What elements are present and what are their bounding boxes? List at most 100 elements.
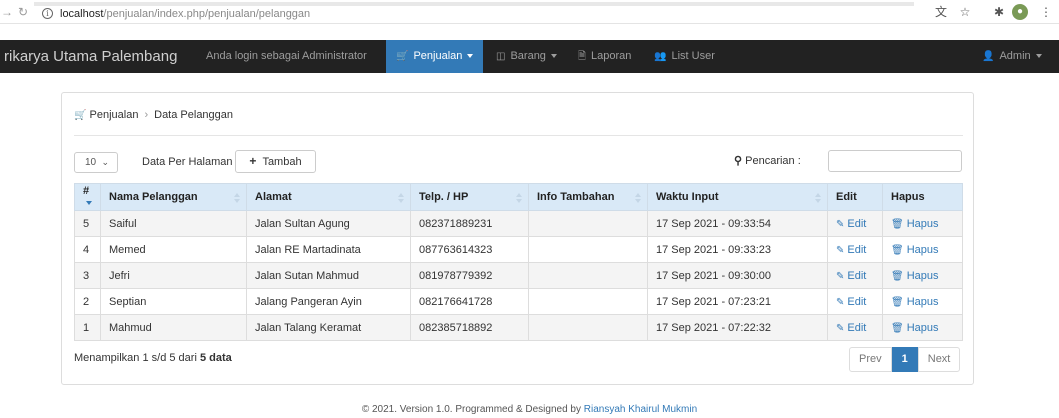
- delete-label: Hapus: [906, 269, 939, 282]
- translate-icon[interactable]: 文: [933, 4, 949, 20]
- edit-link[interactable]: ✎ Edit: [836, 270, 866, 282]
- users-icon: 👥: [654, 51, 667, 62]
- user-menu[interactable]: 👤 Admin: [972, 40, 1052, 73]
- sort-desc-icon: [86, 201, 92, 206]
- table-row: 4 Memed Jalan RE Martadinata 087763614323 17…: [74, 236, 963, 263]
- cell-no: 1: [74, 314, 101, 341]
- breadcrumb-current: Data Pelanggan: [154, 109, 234, 121]
- summary-prefix: Menampilkan 1 s/d 5 dari: [74, 352, 197, 364]
- plus-icon: +: [249, 154, 257, 168]
- cell-waktu: 17 Sep 2021 - 09:33:54: [647, 210, 828, 237]
- cell-edit: ✎ Edit: [827, 288, 883, 315]
- user-menu-label: Admin: [999, 50, 1031, 62]
- cell-telp: 082385718892: [410, 314, 529, 341]
- nav-penjualan[interactable]: 🛒 Penjualan: [386, 40, 484, 73]
- delete-link[interactable]: 🗑 Hapus: [891, 270, 939, 282]
- add-customer-button[interactable]: + Tambah: [235, 150, 316, 173]
- sort-icon: [398, 193, 404, 203]
- table-body: 5 Saiful Jalan Sultan Agung 082371889231 17 …: [74, 210, 963, 341]
- profile-avatar[interactable]: ●: [1012, 4, 1028, 20]
- delete-label: Hapus: [906, 295, 939, 308]
- cart-icon: 🛒: [396, 51, 409, 62]
- column-header-nama[interactable]: Nama Pelanggan: [100, 183, 247, 211]
- nav-laporan[interactable]: 🗎 Laporan: [568, 40, 641, 73]
- edit-link[interactable]: ✎ Edit: [836, 244, 866, 256]
- per-page-label: Data Per Halaman: [142, 156, 233, 168]
- table-row: 2 Septian Jalang Pangeran Ayin 082176641728…: [74, 288, 963, 315]
- star-icon[interactable]: ☆: [957, 4, 973, 20]
- edit-link[interactable]: ✎ Edit: [836, 322, 866, 334]
- prev-page-button[interactable]: Prev: [849, 347, 892, 372]
- edit-link[interactable]: ✎ Edit: [836, 296, 866, 308]
- delete-label: Hapus: [906, 217, 939, 230]
- cell-no: 2: [74, 288, 101, 315]
- per-page-value: 10: [85, 157, 97, 168]
- search-input[interactable]: [828, 150, 962, 172]
- cell-telp: 082176641728: [410, 288, 529, 315]
- column-header-alamat[interactable]: Alamat: [246, 183, 411, 211]
- login-status: Anda login sebagai Administrator: [206, 50, 367, 62]
- caret-down-icon: [550, 54, 557, 59]
- url-host: localhost: [60, 8, 104, 20]
- cell-info: [528, 314, 648, 341]
- cell-edit: ✎ Edit: [827, 314, 883, 341]
- customer-panel: 🛒 Penjualan › Data Pelanggan 10 ⌄ Data Per…: [61, 92, 974, 385]
- column-header-no[interactable]: #: [74, 183, 101, 211]
- delete-link[interactable]: 🗑 Hapus: [891, 244, 939, 256]
- brand-title[interactable]: rikarya Utama Palembang: [4, 40, 177, 73]
- nav-penjualan-label: Penjualan: [413, 50, 463, 62]
- pencil-icon: ✎: [836, 218, 845, 230]
- edit-link[interactable]: ✎ Edit: [836, 218, 866, 230]
- cell-nama: Septian: [100, 288, 247, 315]
- footer: © 2021. Version 1.0. Programmed & Design…: [0, 404, 1059, 415]
- column-header-waktu[interactable]: Waktu Input: [647, 183, 828, 211]
- table-row: 5 Saiful Jalan Sultan Agung 082371889231 17 …: [74, 210, 963, 237]
- menu-icon[interactable]: ⋮: [1038, 4, 1054, 20]
- delete-link[interactable]: 🗑 Hapus: [891, 218, 939, 230]
- edit-label: Edit: [847, 217, 867, 230]
- table-header-row: # Nama Pelanggan Alamat Telp. / HP Info …: [74, 183, 963, 211]
- address-bar[interactable]: i localhost/penjualan/index.php/penjuala…: [34, 2, 914, 22]
- nav-list-user[interactable]: 👥 List User: [644, 40, 725, 73]
- cell-hapus: 🗑 Hapus: [882, 262, 963, 289]
- cell-edit: ✎ Edit: [827, 210, 883, 237]
- breadcrumb-section[interactable]: Penjualan: [90, 109, 139, 121]
- cart-icon: 🛒: [74, 110, 87, 121]
- cell-hapus: 🗑 Hapus: [882, 314, 963, 341]
- info-icon[interactable]: i: [42, 8, 53, 19]
- page-1-button[interactable]: 1: [891, 347, 918, 372]
- column-header-edit: Edit: [827, 183, 883, 211]
- per-page-select[interactable]: 10 ⌄: [74, 152, 118, 173]
- edit-label: Edit: [847, 243, 867, 256]
- delete-label: Hapus: [906, 243, 939, 256]
- column-header-telp[interactable]: Telp. / HP: [410, 183, 529, 211]
- delete-link[interactable]: 🗑 Hapus: [891, 296, 939, 308]
- footer-text: © 2021. Version 1.0. Programmed & Design…: [361, 404, 581, 415]
- edit-label: Edit: [847, 321, 867, 334]
- breadcrumb-separator: ›: [144, 109, 149, 121]
- nav-barang-label: Barang: [510, 50, 546, 62]
- trash-icon: 🗑: [891, 270, 904, 282]
- trash-icon: 🗑: [891, 296, 904, 308]
- cell-hapus: 🗑 Hapus: [882, 210, 963, 237]
- edit-label: Edit: [847, 295, 867, 308]
- cell-nama: Saiful: [100, 210, 247, 237]
- cell-nama: Memed: [100, 236, 247, 263]
- column-header-info[interactable]: Info Tambahan: [528, 183, 648, 211]
- nav-barang[interactable]: ◫ Barang: [486, 40, 567, 73]
- delete-link[interactable]: 🗑 Hapus: [891, 322, 939, 334]
- reload-icon[interactable]: ↻: [16, 4, 30, 20]
- cell-telp: 081978779392: [410, 262, 529, 289]
- cell-hapus: 🗑 Hapus: [882, 288, 963, 315]
- nav-laporan-label: Laporan: [591, 50, 632, 62]
- next-page-button[interactable]: Next: [917, 347, 961, 372]
- footer-author-link[interactable]: Riansyah Khairul Mukmin: [584, 404, 697, 415]
- cell-waktu: 17 Sep 2021 - 07:23:21: [647, 288, 828, 315]
- cell-alamat: Jalan RE Martadinata: [246, 236, 411, 263]
- file-icon: 🗎: [578, 51, 587, 62]
- cell-alamat: Jalan Sutan Mahmud: [246, 262, 411, 289]
- extensions-icon[interactable]: ✱: [991, 4, 1007, 20]
- trash-icon: 🗑: [891, 322, 904, 334]
- forward-icon[interactable]: →: [0, 4, 14, 20]
- pencil-icon: ✎: [836, 322, 845, 334]
